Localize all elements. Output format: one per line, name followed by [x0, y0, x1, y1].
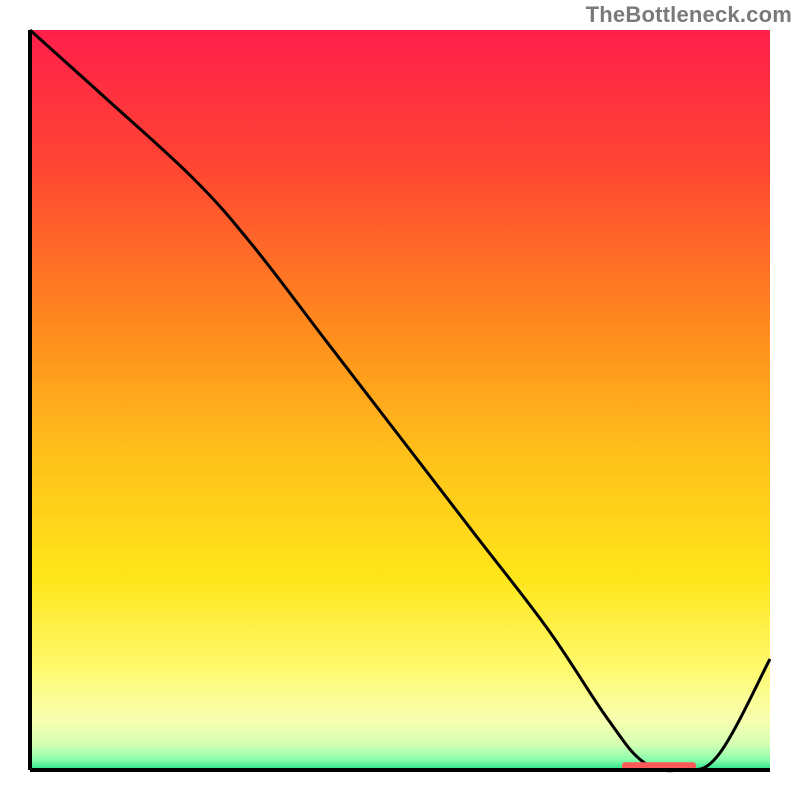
plot-background — [30, 30, 770, 770]
chart-container: TheBottleneck.com — [0, 0, 800, 800]
watermark-text: TheBottleneck.com — [586, 2, 792, 28]
bottleneck-chart — [0, 0, 800, 800]
